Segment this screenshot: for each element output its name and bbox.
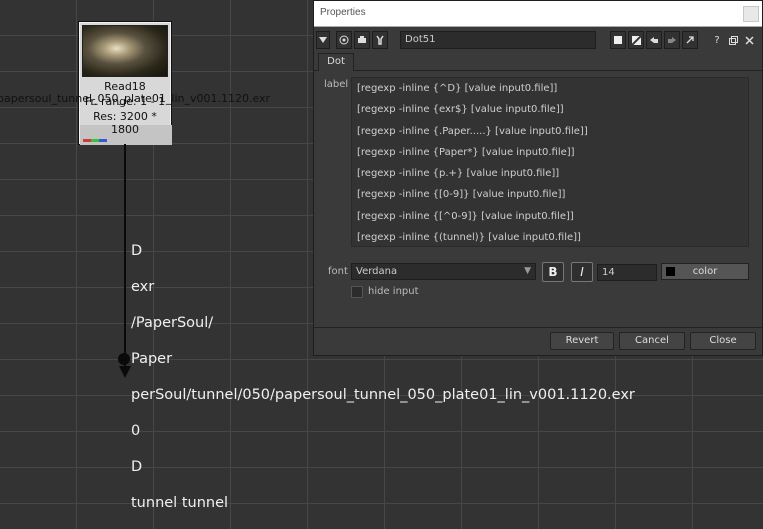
- read-thumbnail: [82, 25, 168, 77]
- float-window-icon: [728, 35, 738, 45]
- panel-toolbar: Dot51 ?: [314, 31, 762, 51]
- node-input-icon: [358, 36, 366, 43]
- redo-button[interactable]: [664, 31, 680, 49]
- dot-label-line: perSoul/tunnel/050/papersoul_tunnel_050_…: [131, 387, 635, 403]
- connection-pipe[interactable]: [124, 144, 126, 370]
- color-button-label: color: [692, 266, 718, 277]
- close-icon: [744, 35, 754, 45]
- read-file-label: papersoul_tunnel_050_plate01_lin_v001.11…: [0, 92, 271, 105]
- wrench-button[interactable]: [372, 31, 388, 49]
- close-panel-button[interactable]: [742, 31, 756, 49]
- label-line: [regexp -inline {[0-9]} [value input0.fi…: [357, 189, 566, 200]
- read-resolution: Res: 3200 * 1800: [93, 110, 157, 136]
- wrench-icon: [376, 35, 384, 45]
- node-name-input[interactable]: Dot51: [400, 31, 596, 49]
- slash-square-icon: [631, 35, 641, 45]
- input-button[interactable]: [354, 31, 370, 49]
- revert-button[interactable]: Revert: [550, 332, 614, 350]
- link-button[interactable]: [682, 31, 698, 49]
- help-button[interactable]: ?: [710, 31, 724, 49]
- label-line: [regexp -inline {Paper*} [value input0.f…: [357, 147, 575, 158]
- read-node[interactable]: Read18 Fr. range: 1 - 1 Res: 3200 * 1800: [79, 22, 172, 145]
- properties-panel: Properties Dot51 ? Dot label [regexp -in…: [313, 0, 763, 356]
- center-node-button[interactable]: [336, 31, 352, 49]
- font-size-input[interactable]: 14: [597, 264, 657, 281]
- label-line: [regexp -inline {(tunnel)} [value input0…: [357, 232, 581, 243]
- dot-label-line: 0: [131, 423, 141, 439]
- cancel-button[interactable]: Cancel: [619, 332, 685, 350]
- font-field-label: font: [328, 266, 348, 277]
- collapse-button[interactable]: [316, 31, 330, 49]
- float-panel-button[interactable]: [726, 31, 740, 49]
- tab-dot[interactable]: Dot: [318, 53, 354, 71]
- footer-divider: [314, 327, 762, 328]
- font-dropdown-value: Verdana: [356, 266, 398, 277]
- help-icon: ?: [714, 34, 720, 46]
- link-arrow-icon: [686, 36, 694, 44]
- chevron-down-icon: ▼: [524, 266, 531, 276]
- label-line: [regexp -inline {^D} [value input0.file]…: [357, 83, 558, 94]
- panel-close-button[interactable]: [743, 6, 759, 22]
- label-field-label: label: [324, 79, 349, 90]
- italic-button[interactable]: I: [571, 262, 593, 282]
- color-square-icon: [614, 36, 622, 44]
- hide-input-checkbox[interactable]: [351, 286, 363, 298]
- undo-button[interactable]: [646, 31, 662, 49]
- dot-label-line: tunnel tunnel: [131, 495, 229, 511]
- panel-titlebar[interactable]: Properties: [314, 1, 762, 27]
- label-line: [regexp -inline {p.+} [value input0.file…: [357, 168, 560, 179]
- redo-icon: [668, 37, 676, 43]
- triangle-down-icon: [319, 37, 327, 43]
- hide-input-label: hide input: [368, 286, 419, 297]
- panel-title: Properties: [320, 7, 366, 18]
- label-line: [regexp -inline {.Paper.....} [value inp…: [357, 126, 588, 137]
- channel-blue-indicator: [99, 139, 107, 142]
- tab-strip: Dot: [314, 53, 762, 71]
- bold-button[interactable]: B: [542, 262, 564, 282]
- undo-icon: [650, 37, 658, 43]
- label-textarea[interactable]: [regexp -inline {^D} [value input0.file]…: [351, 77, 749, 247]
- font-color-button[interactable]: [628, 31, 644, 49]
- label-line: [regexp -inline {[^0-9]} [value input0.f…: [357, 211, 574, 222]
- label-line: [regexp -inline {exr$} [value input0.fil…: [357, 104, 564, 115]
- font-dropdown[interactable]: Verdana ▼: [351, 263, 536, 280]
- channel-red-indicator: [83, 139, 91, 142]
- pipe-arrow-icon: [119, 366, 131, 378]
- dot-label-line: D: [131, 459, 143, 475]
- target-icon: [339, 35, 349, 45]
- color-swatch: [666, 267, 675, 276]
- close-button[interactable]: Close: [690, 332, 756, 350]
- note-font-color-button[interactable]: color: [661, 263, 749, 280]
- channel-green-indicator: [91, 139, 99, 142]
- tile-color-button[interactable]: [610, 31, 626, 49]
- dot-node[interactable]: [118, 353, 130, 365]
